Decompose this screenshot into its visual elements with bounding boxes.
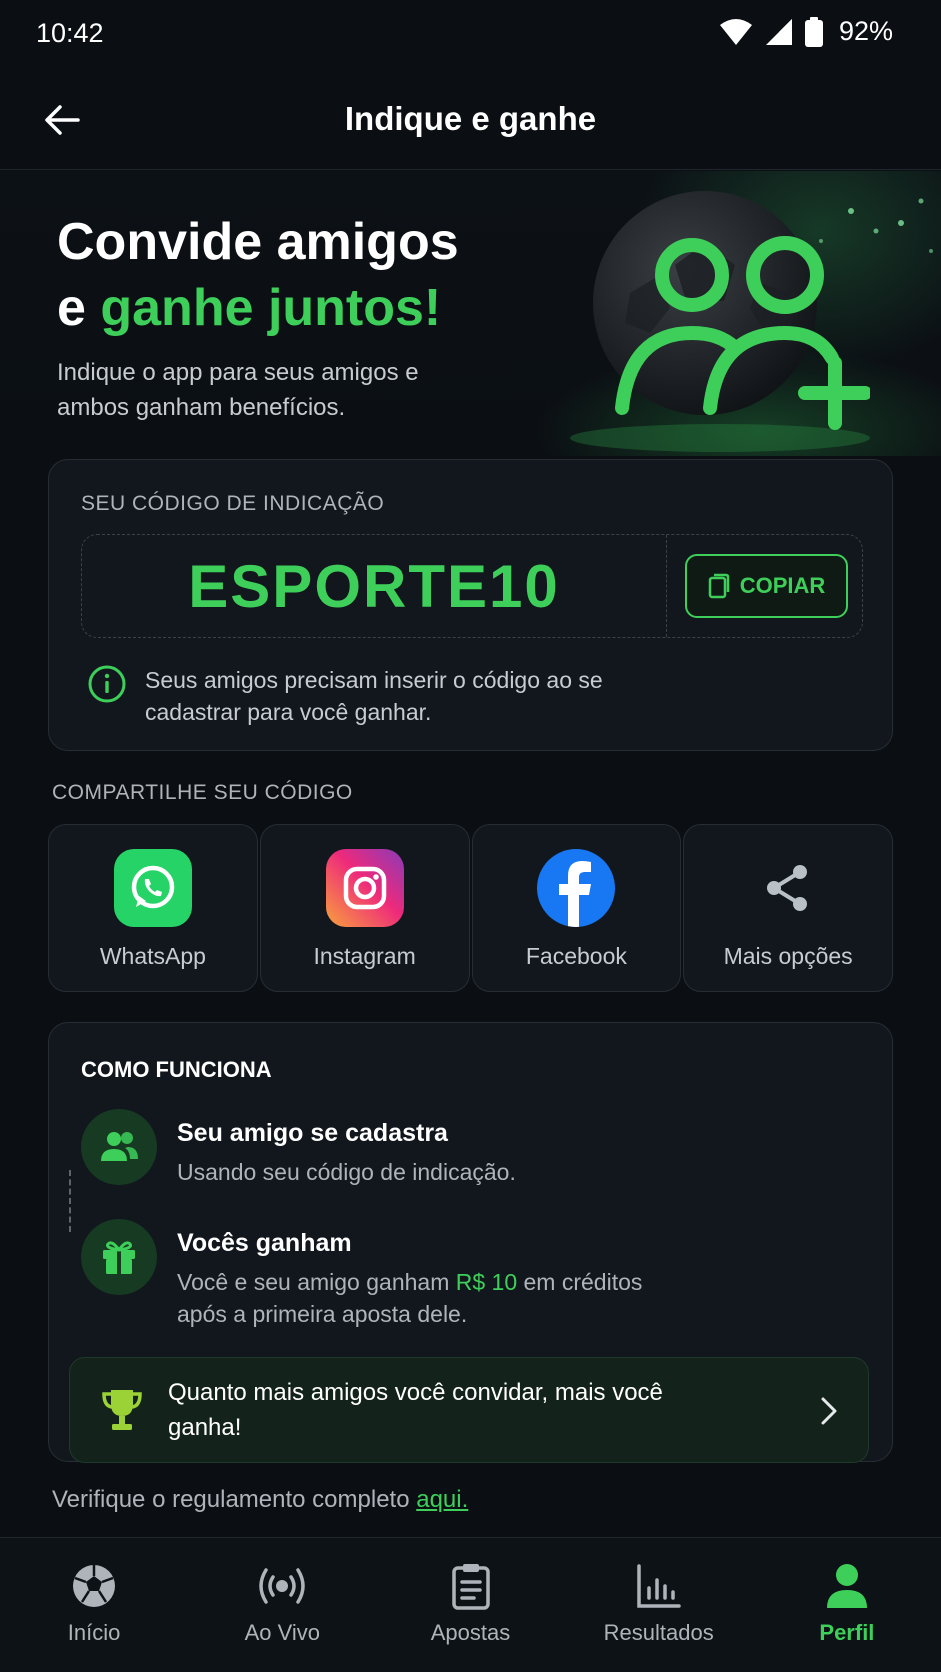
nav-item-ao-vivo[interactable]: Ao Vivo: [188, 1538, 376, 1672]
trophy-icon: [102, 1390, 142, 1430]
nav-item-apostas[interactable]: Apostas: [376, 1538, 564, 1672]
hero-title-line1: Convide amigos: [57, 213, 459, 271]
battery-percentage: 92%: [838, 16, 893, 46]
nav-item-inicio[interactable]: Início: [0, 1538, 188, 1672]
share-whatsapp-label: WhatsApp: [99, 943, 206, 969]
referral-info: Seus amigos precisam inserir o código ao…: [87, 664, 665, 728]
step-2-desc-before: Você e seu amigo ganham: [177, 1269, 456, 1295]
invite-more-text: Quanto mais amigos você convidar, mais v…: [168, 1379, 663, 1441]
hero-subtitle: Indique o app para seus amigos e ambos g…: [57, 359, 419, 421]
referral-code-container: ESPORTE10 COPIAR: [81, 534, 863, 638]
step-1-description: Usando seu código de indicação.: [177, 1159, 516, 1185]
share-instagram-label: Instagram: [313, 943, 416, 969]
share-more-options-button[interactable]: Mais opções: [683, 824, 893, 992]
hero-title-line2: e ganhe juntos!: [57, 275, 459, 341]
referral-code-label: SEU CÓDIGO DE INDICAÇÃO: [81, 492, 385, 515]
invite-more-banner[interactable]: Quanto mais amigos você convidar, mais v…: [69, 1357, 869, 1463]
signal-icon: [765, 18, 792, 45]
step-you-both-earn: Vocês ganham Você e seu amigo ganham R$ …: [81, 1219, 697, 1330]
referral-info-text: Seus amigos precisam inserir o código ao…: [145, 667, 603, 725]
reward-amount: R$ 10: [455, 1269, 518, 1295]
nav-item-perfil[interactable]: Perfil: [753, 1538, 941, 1672]
share-section-label: COMPARTILHE SEU CÓDIGO: [52, 781, 353, 804]
nav-label-apostas: Apostas: [430, 1620, 511, 1645]
status-bar: 10:42 92%: [0, 0, 941, 70]
clipboard-icon: [451, 1564, 490, 1610]
how-it-works-title: COMO FUNCIONA: [81, 1057, 272, 1082]
copy-icon: [708, 573, 729, 599]
info-icon: [88, 665, 126, 703]
status-time: 10:42: [36, 18, 104, 48]
hero-banner: Convide amigos e ganhe juntos! Indique o…: [0, 171, 941, 456]
facebook-icon: [537, 849, 616, 927]
step-friend-signs-up: Seu amigo se cadastra Usando seu código …: [81, 1109, 697, 1188]
share-instagram-button[interactable]: Instagram: [259, 824, 470, 992]
hero-title-accent: ganhe juntos!: [100, 279, 442, 337]
friends-icon: [81, 1109, 157, 1185]
share-icon: [749, 849, 827, 927]
rules-link[interactable]: aqui.: [416, 1486, 468, 1513]
share-whatsapp-button[interactable]: WhatsApp: [48, 824, 258, 992]
referral-code-card: SEU CÓDIGO DE INDICAÇÃO ESPORTE10 COPIAR…: [48, 459, 893, 751]
rules-text: Verifique o regulamento completo aqui.: [52, 1486, 468, 1514]
soccer-ball-add-friends-illustration: [570, 191, 870, 452]
step-2-description: Você e seu amigo ganham R$ 10 em crédito…: [177, 1266, 697, 1330]
hero-title: Convide amigos e ganhe juntos!: [57, 209, 459, 341]
step-2-title: Vocês ganham: [177, 1229, 352, 1257]
hero-title-prefix: e: [57, 279, 101, 337]
how-it-works-card: COMO FUNCIONA Seu amigo se cadastra Usan…: [48, 1022, 893, 1463]
share-options: WhatsApp Instagram Facebook Mais opções: [48, 824, 893, 992]
copy-button-label: COPIAR: [739, 573, 826, 598]
share-facebook-button[interactable]: Facebook: [471, 824, 682, 992]
referral-code: ESPORTE10: [188, 552, 560, 620]
rules-prefix: Verifique o regulamento completo: [52, 1486, 417, 1513]
nav-item-resultados[interactable]: Resultados: [565, 1538, 753, 1672]
nav-label-perfil: Perfil: [819, 1620, 875, 1645]
gift-icon: [81, 1219, 157, 1295]
nav-label-ao-vivo: Ao Vivo: [244, 1620, 321, 1645]
bar-chart-icon: [636, 1564, 681, 1608]
share-more-label: Mais opções: [723, 943, 853, 969]
step-1-title: Seu amigo se cadastra: [177, 1119, 448, 1147]
referral-code-box: ESPORTE10: [82, 535, 667, 637]
page-title: Indique e ganhe: [344, 100, 597, 137]
share-facebook-label: Facebook: [525, 943, 627, 969]
steps-connector-line: [69, 1170, 71, 1232]
bottom-navigation: Início Ao Vivo Apostas Resultados Perfil: [0, 1537, 941, 1672]
status-icons: 92%: [719, 16, 893, 47]
instagram-icon: [325, 849, 404, 927]
app-bar: Indique e ganhe: [0, 70, 941, 170]
user-icon: [826, 1564, 867, 1608]
whatsapp-icon: [113, 849, 192, 927]
battery-icon: [804, 16, 823, 47]
nav-label-inicio: Início: [67, 1620, 121, 1645]
chevron-right-icon: [821, 1397, 837, 1425]
soccer-ball-icon: [73, 1565, 116, 1607]
copy-code-button[interactable]: COPIAR: [685, 554, 848, 618]
live-broadcast-icon: [259, 1568, 306, 1604]
wifi-icon: [719, 18, 752, 45]
nav-label-resultados: Resultados: [603, 1620, 714, 1645]
